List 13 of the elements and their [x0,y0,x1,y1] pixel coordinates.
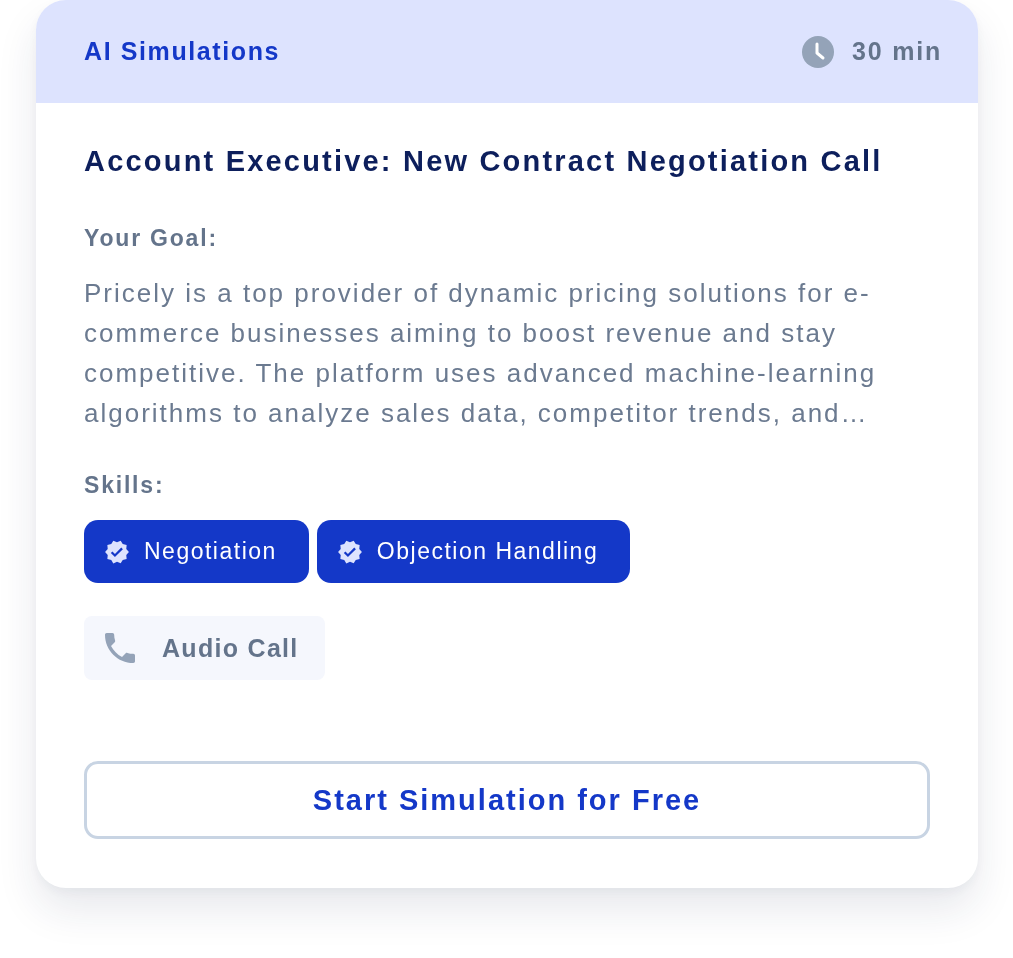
category-label: AI Simulations [84,37,281,66]
verified-badge-icon [104,538,130,565]
skills-label: Skills: [84,471,166,499]
call-type-label: Audio Call [162,633,299,663]
skill-tag-label: Objection Handling [376,538,599,565]
duration-text: 30 min [852,37,942,66]
skill-tag-label: Negotiation [144,538,277,565]
goal-description: Pricely is a top provider of dynamic pricing solutions for e-commerce businesses aiming to boost revenue and stay competitive. The platform uses advanced machine-learning algorithms to analyze sales data, competitor trends, and… [84,277,878,430]
start-simulation-button[interactable]: Start Simulation for Free [84,761,930,839]
clock-icon [802,35,834,68]
verified-badge-icon [336,538,363,565]
goal-label: Your Goal: [84,224,219,252]
simulation-title: Account Executive: New Contract Negotiation Call [84,144,884,179]
